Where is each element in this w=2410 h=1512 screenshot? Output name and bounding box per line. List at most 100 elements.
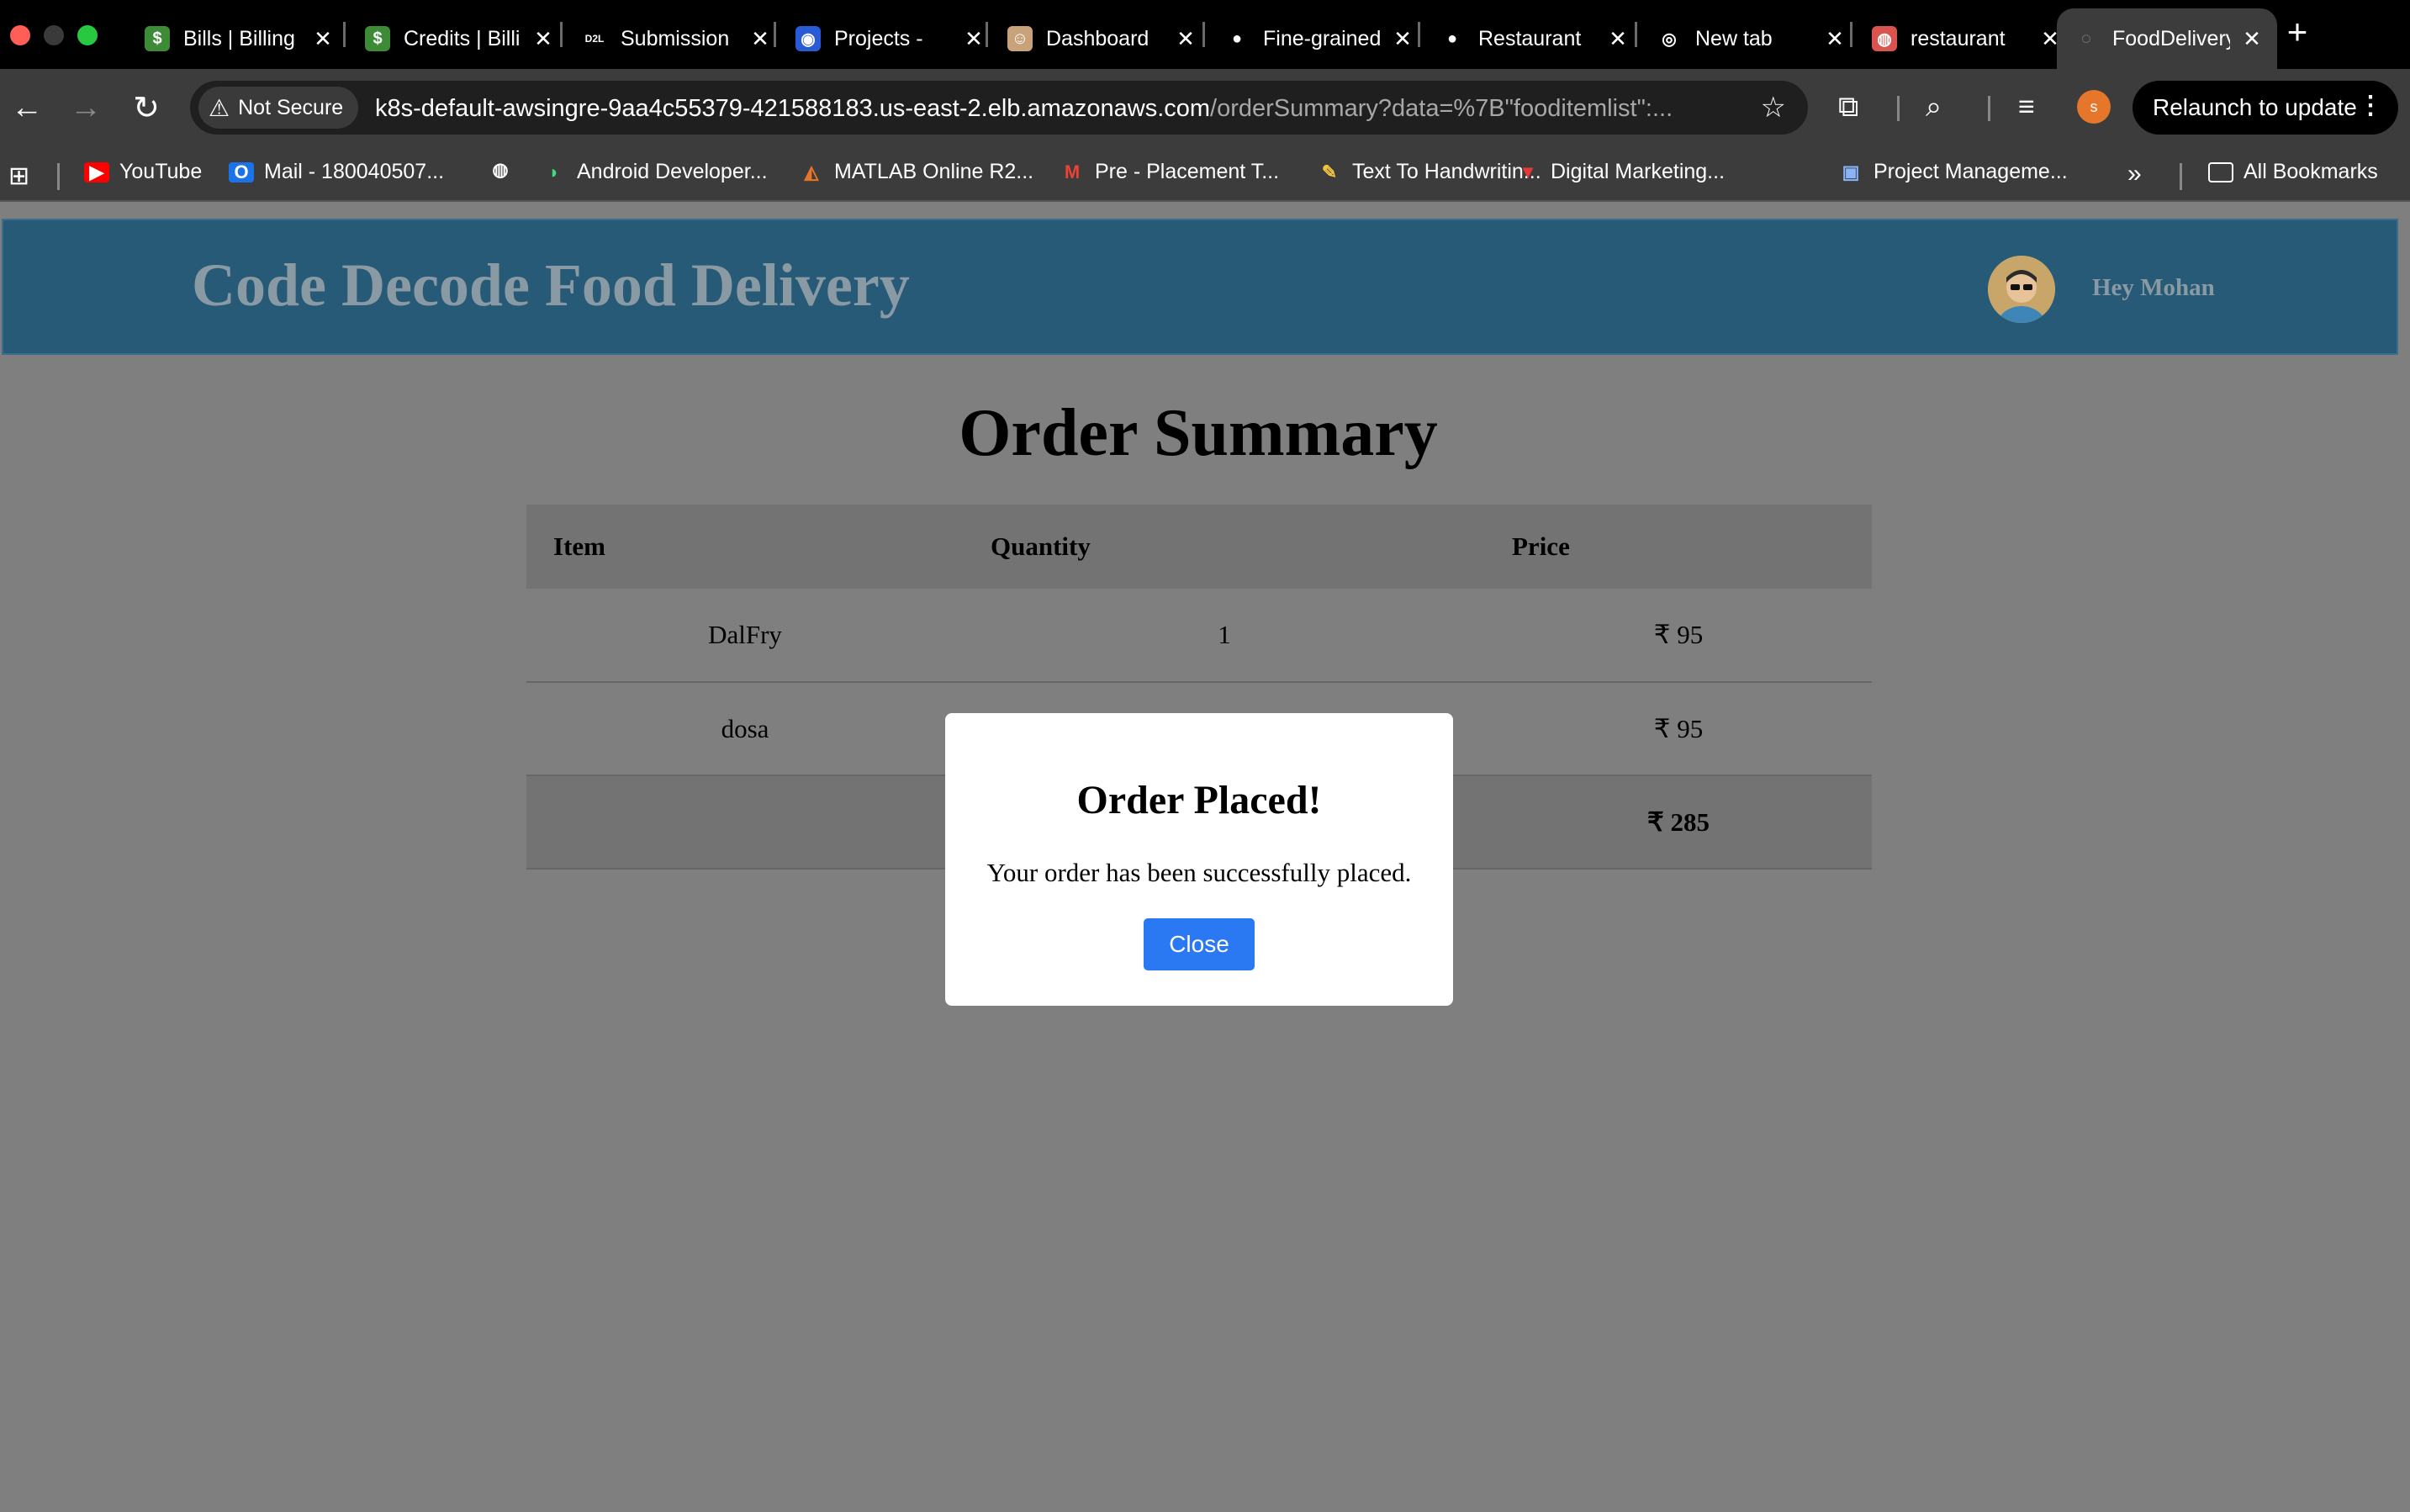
tab-close-icon[interactable]: ✕ <box>1176 26 1196 52</box>
bookmark-star-icon[interactable]: ☆ <box>1761 91 1786 124</box>
all-bookmarks-button[interactable]: All Bookmarks <box>2208 160 2378 184</box>
browser-tab[interactable]: $ Bills | Billing ✕ <box>128 8 348 69</box>
relaunch-label: Relaunch to update <box>2153 94 2357 120</box>
bookmarks-bar: ⊞ ▶ YouTube O Mail - 180040507... ◍ ◗ Android … <box>0 146 2410 202</box>
browser-tab[interactable]: D2L Submission ✕ <box>565 8 785 69</box>
forward-button[interactable]: → <box>66 87 106 128</box>
tab-title: restaurant <box>1911 26 2006 50</box>
tab-strip: $ Bills | Billing ✕ $ Credits | Billing ✕ D2L S… <box>0 0 2410 69</box>
dialog-title: Order Placed! <box>1076 778 1322 822</box>
tab-close-icon[interactable]: ✕ <box>2242 26 2262 52</box>
android-icon: ◗ <box>548 161 560 182</box>
tab-close-icon[interactable]: ✕ <box>1608 26 1628 52</box>
browser-tab[interactable]: ◍ restaurant ✕ <box>1855 8 2075 69</box>
browser-toolbar: ← → ↻ ⚠ Not Secure k8s-default-awsingre-… <box>0 69 2410 146</box>
dialog-message: Your order has been successfully placed. <box>986 858 1412 887</box>
bookmark-item[interactable]: ▼ Digital Marketing... <box>1515 160 1725 184</box>
tab-title: Bills | Billing <box>183 26 295 50</box>
profile-avatar[interactable]: s <box>2077 90 2111 124</box>
youtube-icon: ▶ <box>84 161 109 182</box>
url-text[interactable]: k8s-default-awsingre-9aa4c55379-42158818… <box>375 95 1922 123</box>
browser-tab[interactable]: ◌ FoodDelivery ✕ <box>2057 8 2277 69</box>
outlook-icon: O <box>229 161 254 182</box>
back-button[interactable]: ← <box>7 87 47 128</box>
extensions-icon[interactable]: ⧉ <box>1838 91 1858 124</box>
bookmark-label: YouTube <box>119 160 203 183</box>
tab-title: Fine-grained <box>1263 26 1381 50</box>
gmail-icon: M <box>1064 161 1081 182</box>
tab-divider <box>1202 22 1205 47</box>
address-bar[interactable]: ⚠ Not Secure k8s-default-awsingre-9aa4c5… <box>190 81 1808 135</box>
tab-divider <box>560 22 563 47</box>
more-menu-icon[interactable]: ⋮ <box>2358 91 2383 120</box>
browser-tab[interactable]: ◉ Projects - ✕ <box>779 8 999 69</box>
browser-tab[interactable]: ☺ Dashboard ✕ <box>991 8 1211 69</box>
bookmark-item[interactable]: ◭ MATLAB Online R2... <box>799 160 1034 184</box>
projects-icon: ◉ <box>795 26 821 51</box>
globe-icon: ◌ <box>2081 29 2091 48</box>
bookmark-label: Project Manageme... <box>1874 160 2068 183</box>
github-icon: ● <box>1231 29 1243 48</box>
folder-icon <box>2208 161 2233 182</box>
tab-title: Submission <box>621 26 730 50</box>
matlab-icon: ◭ <box>804 161 819 182</box>
tab-close-icon[interactable]: ✕ <box>964 26 984 52</box>
apps-grid-icon[interactable]: ⊞ <box>8 161 29 191</box>
tab-search-icon[interactable]: ⌕ <box>1926 91 1942 124</box>
browser-tab[interactable]: ● Restaurant ✕ <box>1423 8 1643 69</box>
tab-close-icon[interactable]: ✕ <box>750 26 770 52</box>
aws-billing-icon: $ <box>365 26 390 51</box>
bookmark-item[interactable]: O Mail - 180040507... <box>229 160 444 184</box>
browser-tab[interactable]: ● Fine-grained ✕ <box>1208 8 1428 69</box>
bookmark-label: Text To Handwritin... <box>1352 160 1541 183</box>
chrome-icon: ◎ <box>1662 29 1677 49</box>
bookmark-item[interactable]: ◗ Android Developer... <box>542 160 768 184</box>
tab-title: Credits | Billing <box>404 26 521 50</box>
reload-button[interactable]: ↻ <box>126 87 166 128</box>
tab-close-icon[interactable]: ✕ <box>313 26 333 52</box>
url-host: k8s-default-awsingre-9aa4c55379-42158818… <box>375 95 1211 122</box>
order-placed-dialog: Order Placed! Your order has been succes… <box>945 713 1453 1006</box>
window-zoom-button[interactable] <box>77 25 98 45</box>
window-close-button[interactable] <box>10 25 30 45</box>
tab-title: New tab <box>1695 26 1773 50</box>
browser-tab[interactable]: $ Credits | Billing ✕ <box>348 8 568 69</box>
media-controls-icon[interactable]: ≡ <box>2018 91 2035 124</box>
bookmark-item[interactable]: ◍ <box>488 159 523 180</box>
jenkins-icon: ☺ <box>1007 26 1033 51</box>
project-icon: ▣ <box>1842 161 1860 182</box>
tab-title: Projects - <box>834 26 923 50</box>
bookmark-item[interactable]: ▶ YouTube <box>84 160 202 184</box>
toolbar-divider <box>1897 96 1900 121</box>
tab-divider <box>1635 22 1637 47</box>
tab-divider <box>1418 22 1420 47</box>
more-bookmarks-button[interactable]: » <box>2127 160 2142 188</box>
bookmark-item[interactable]: M Pre - Placement T... <box>1060 160 1279 184</box>
toolbar-divider <box>1988 96 1990 121</box>
new-tab-button[interactable]: + <box>2281 12 2314 52</box>
github-icon: ● <box>1446 29 1458 48</box>
marketing-icon: ▼ <box>1519 161 1537 182</box>
tab-close-icon[interactable]: ✕ <box>1825 26 1845 52</box>
tab-close-icon[interactable]: ✕ <box>1393 26 1413 52</box>
tab-title: Dashboard <box>1046 26 1150 50</box>
bookmark-item[interactable]: ✎ Text To Handwritin... <box>1317 160 1541 184</box>
url-path: /orderSummary?data=%7B"fooditemlist":... <box>1210 95 1673 122</box>
relaunch-button[interactable]: Relaunch to update ⋮ <box>2133 81 2398 135</box>
d2l-icon: D2L <box>582 26 607 51</box>
browser-tab[interactable]: ◎ New tab ✕ <box>1640 8 1860 69</box>
tab-divider <box>1850 22 1852 47</box>
bookmark-label: Mail - 180040507... <box>264 160 445 183</box>
tab-close-icon[interactable]: ✕ <box>533 26 553 52</box>
close-button[interactable]: Close <box>1144 918 1255 970</box>
bookmark-item[interactable]: ▣ Project Manageme... <box>1838 160 2068 184</box>
bookmark-label: Pre - Placement T... <box>1095 160 1280 183</box>
security-chip[interactable]: ⚠ Not Secure <box>198 87 359 129</box>
aws-billing-icon: $ <box>145 26 170 51</box>
warning-icon: ⚠ <box>209 94 230 121</box>
window-minimize-button[interactable] <box>44 25 64 45</box>
bookmarks-divider <box>2180 163 2182 190</box>
bookmark-label: Android Developer... <box>577 160 768 183</box>
notepad-icon: ✎ <box>1321 161 1338 182</box>
bookmarks-divider <box>57 163 60 190</box>
